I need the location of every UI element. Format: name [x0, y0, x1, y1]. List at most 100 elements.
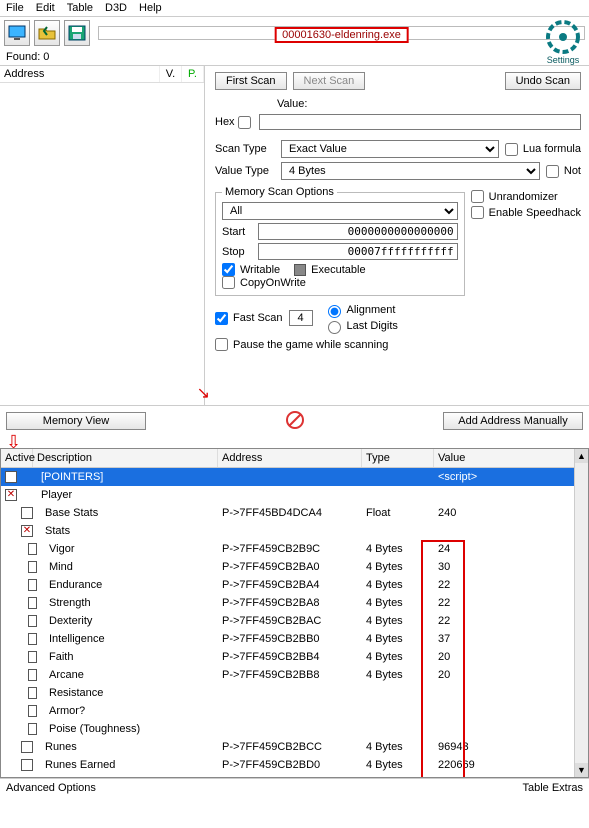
table-row[interactable]: StrengthP->7FF459CB2BA84 Bytes22: [1, 594, 588, 612]
table-row[interactable]: Player: [1, 486, 588, 504]
last-digits-radio[interactable]: Last Digits: [323, 318, 398, 334]
row-description: Runes: [37, 741, 222, 753]
scan-results-list[interactable]: Address V. P. ↘: [0, 66, 205, 405]
floppy-icon: [68, 25, 86, 41]
pause-game-checkbox[interactable]: Pause the game while scanning: [215, 338, 388, 351]
table-row[interactable]: RunesP->7FF459CB2BCC4 Bytes96943: [1, 738, 588, 756]
add-address-manually-button[interactable]: Add Address Manually: [443, 412, 583, 430]
table-row[interactable]: IntelligenceP->7FF459CB2BB04 Bytes37: [1, 630, 588, 648]
table-row[interactable]: Base StatsP->7FF45BD4DCA4Float240: [1, 504, 588, 522]
app-logo[interactable]: Settings: [541, 19, 585, 65]
no-entry-icon: [284, 409, 306, 431]
open-file-button[interactable]: [34, 20, 60, 46]
table-row[interactable]: VigorP->7FF459CB2B9C4 Bytes24: [1, 540, 588, 558]
active-checkbox[interactable]: [28, 687, 37, 699]
scan-type-select[interactable]: Exact Value: [281, 140, 499, 158]
table-row[interactable]: ArcaneP->7FF459CB2BB84 Bytes20: [1, 666, 588, 684]
memory-scan-options: Memory Scan Options All Start Stop Writa…: [215, 186, 465, 296]
row-value: 220669: [438, 759, 588, 771]
active-checkbox[interactable]: [28, 579, 37, 591]
menu-edit[interactable]: Edit: [36, 2, 55, 14]
start-input[interactable]: [258, 223, 458, 240]
executable-checkbox[interactable]: Executable: [294, 264, 365, 276]
row-description: Poise (Toughness): [37, 723, 222, 735]
row-type: 4 Bytes: [366, 615, 438, 627]
mem-region-select[interactable]: All: [222, 202, 458, 220]
value-input[interactable]: [259, 114, 581, 130]
col-value2[interactable]: Value: [434, 449, 588, 467]
table-row[interactable]: MindP->7FF459CB2BA04 Bytes30: [1, 558, 588, 576]
active-checkbox[interactable]: [28, 705, 37, 717]
table-row[interactable]: EnduranceP->7FF459CB2BA44 Bytes22: [1, 576, 588, 594]
scroll-down-icon[interactable]: ▼: [575, 763, 588, 777]
active-checkbox[interactable]: [21, 759, 33, 771]
active-checkbox[interactable]: [28, 615, 37, 627]
col-type[interactable]: Type: [362, 449, 434, 467]
row-value: <script>: [438, 471, 588, 483]
scroll-up-icon[interactable]: ▲: [575, 449, 588, 463]
menu-table[interactable]: Table: [67, 2, 93, 14]
table-row[interactable]: FaithP->7FF459CB2BB44 Bytes20: [1, 648, 588, 666]
table-row[interactable]: Poise (Toughness): [1, 720, 588, 738]
active-checkbox[interactable]: [28, 597, 37, 609]
active-checkbox[interactable]: [21, 777, 33, 778]
value-type-select[interactable]: 4 Bytes: [281, 162, 540, 180]
row-description: Endurance: [37, 579, 222, 591]
menubar: File Edit Table D3D Help: [0, 0, 589, 17]
cheat-table[interactable]: Active Description Address Type Value [P…: [0, 448, 589, 778]
copyonwrite-checkbox[interactable]: CopyOnWrite: [222, 276, 306, 289]
writable-checkbox[interactable]: Writable: [222, 263, 280, 276]
active-checkbox[interactable]: [28, 651, 37, 663]
row-value: 24: [438, 543, 588, 555]
stop-input[interactable]: [258, 243, 458, 260]
not-checkbox[interactable]: Not: [546, 165, 581, 178]
row-value: 96943: [438, 741, 588, 753]
save-button[interactable]: [64, 20, 90, 46]
table-row[interactable]: Resistance: [1, 684, 588, 702]
next-scan-button: Next Scan: [293, 72, 366, 90]
active-checkbox[interactable]: [28, 561, 37, 573]
active-checkbox[interactable]: [21, 741, 33, 753]
col-description[interactable]: Description: [33, 449, 218, 467]
advanced-options-button[interactable]: Advanced Options: [6, 782, 96, 794]
table-extras-button[interactable]: Table Extras: [522, 782, 583, 794]
active-checkbox[interactable]: [28, 543, 37, 555]
table-row[interactable]: Armor?: [1, 702, 588, 720]
col-active[interactable]: Active: [1, 449, 33, 467]
table-row[interactable]: Runes EarnedP->7FF459CB2BD04 Bytes220669: [1, 756, 588, 774]
col-value[interactable]: V.: [160, 66, 182, 82]
active-checkbox[interactable]: [28, 633, 37, 645]
first-scan-button[interactable]: First Scan: [215, 72, 287, 90]
value-type-label: Value Type: [215, 165, 275, 177]
menu-d3d[interactable]: D3D: [105, 2, 127, 14]
menu-file[interactable]: File: [6, 2, 24, 14]
active-checkbox[interactable]: [5, 489, 17, 501]
active-checkbox[interactable]: [28, 669, 37, 681]
fast-scan-value[interactable]: [289, 310, 313, 326]
table-row[interactable]: [POINTERS] <script>: [1, 468, 588, 486]
lua-formula-checkbox[interactable]: Lua formula: [505, 143, 581, 156]
active-checkbox[interactable]: [28, 723, 37, 735]
hex-checkbox[interactable]: [238, 116, 251, 129]
table-row[interactable]: Stats: [1, 522, 588, 540]
alignment-radio[interactable]: Alignment: [323, 302, 398, 318]
row-description: [POINTERS]: [37, 471, 222, 483]
col-address2[interactable]: Address: [218, 449, 362, 467]
fast-scan-checkbox[interactable]: Fast Scan: [215, 312, 283, 325]
active-checkbox[interactable]: [5, 471, 17, 483]
col-address[interactable]: Address: [0, 66, 160, 82]
table-row[interactable]: DexterityP->7FF459CB2BAC4 Bytes22: [1, 612, 588, 630]
active-checkbox[interactable]: [21, 525, 33, 537]
table-row[interactable]: LevelP->7FF459CB2BC84 Bytes42: [1, 774, 588, 778]
unrandomizer-checkbox[interactable]: Unrandomizer: [471, 190, 581, 203]
select-process-button[interactable]: [4, 20, 30, 46]
memory-view-button[interactable]: Memory View: [6, 412, 146, 430]
process-bar[interactable]: 00001630-eldenring.exe: [98, 26, 585, 40]
table-scrollbar[interactable]: ▲ ▼: [574, 449, 588, 777]
undo-scan-button[interactable]: Undo Scan: [505, 72, 581, 90]
menu-help[interactable]: Help: [139, 2, 162, 14]
speedhack-checkbox[interactable]: Enable Speedhack: [471, 206, 581, 219]
active-checkbox[interactable]: [21, 507, 33, 519]
col-previous[interactable]: P.: [182, 66, 204, 82]
settings-link[interactable]: Settings: [541, 55, 585, 65]
